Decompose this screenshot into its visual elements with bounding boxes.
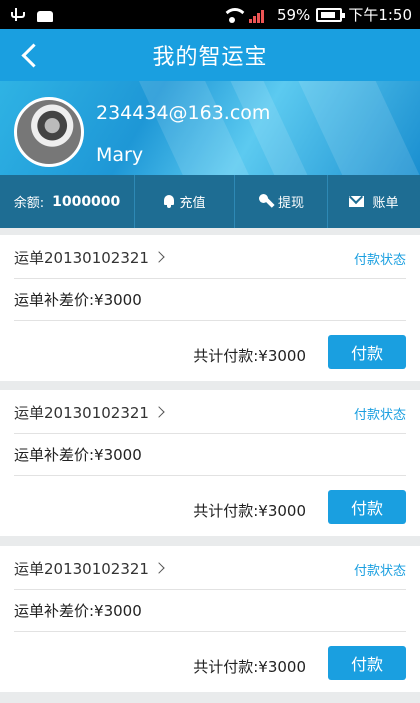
title-bar: 我的智运宝 (0, 29, 420, 81)
recharge-label: 充值 (179, 196, 206, 211)
divider (14, 631, 406, 632)
order-card: 运单20130102321 付款状态 运单补差价:¥3000 共计付款:¥300… (0, 390, 420, 536)
bill-label: 账单 (372, 196, 399, 211)
mail-icon (349, 196, 365, 207)
order-card: 运单20130102321 付款状态 运单补差价:¥3000 共计付款:¥300… (0, 235, 420, 381)
usb-icon (8, 7, 25, 23)
order-total: 共计付款:¥3000 (193, 658, 306, 676)
chevron-right-icon (153, 251, 165, 263)
order-id-link[interactable]: 运单20130102321 (14, 247, 165, 268)
android-icon (36, 8, 54, 22)
balance-label: 余额: (13, 196, 45, 211)
order-total: 共计付款:¥3000 (193, 347, 306, 365)
avatar[interactable] (14, 97, 84, 167)
withdraw-button[interactable]: 提现 (235, 175, 328, 228)
order-id: 运单20130102321 (14, 404, 149, 422)
order-detail: 运单补差价:¥3000 (14, 446, 142, 464)
order-id-link[interactable]: 运单20130102321 (14, 558, 165, 579)
back-button[interactable] (12, 37, 48, 73)
signal-icon (248, 7, 271, 23)
battery-percent: 59% (276, 5, 311, 24)
order-detail: 运单补差价:¥3000 (14, 291, 142, 309)
decor-streak (291, 81, 420, 175)
balance-value: 1000000 (52, 193, 121, 210)
order-detail: 运单补差价:¥3000 (14, 602, 142, 620)
divider (14, 320, 406, 321)
order-card: 运单20130102321 付款状态 运单补差价:¥3000 共计付款:¥300… (0, 546, 420, 692)
chevron-right-icon (153, 562, 165, 574)
pay-button[interactable]: 付款 (328, 646, 406, 680)
user-name: Mary (96, 144, 144, 166)
order-id: 运单20130102321 (14, 560, 149, 578)
status-bar: 59% 下午1:50 (0, 0, 420, 29)
order-id: 运单20130102321 (14, 249, 149, 267)
payment-status: 付款状态 (353, 564, 406, 579)
pay-button[interactable]: 付款 (328, 335, 406, 369)
chevron-right-icon (153, 406, 165, 418)
wrench-icon (258, 193, 274, 210)
wifi-icon (221, 7, 243, 23)
page-title: 我的智运宝 (152, 45, 268, 70)
withdraw-label: 提现 (277, 196, 304, 211)
battery-icon (316, 7, 346, 22)
bill-button[interactable]: 账单 (328, 175, 420, 228)
payment-status: 付款状态 (353, 408, 406, 423)
profile-header: 234434@163.com Mary (0, 81, 420, 175)
clock: 下午1:50 (348, 6, 412, 24)
divider (14, 433, 406, 434)
payment-status: 付款状态 (353, 253, 406, 268)
balance-display: 余额: 1000000 (0, 175, 135, 228)
bell-icon (163, 195, 175, 208)
divider (14, 475, 406, 476)
action-bar: 余额: 1000000 充值 提现 账单 (0, 175, 420, 228)
recharge-button[interactable]: 充值 (135, 175, 235, 228)
user-email: 234434@163.com (96, 102, 271, 124)
divider (14, 589, 406, 590)
pay-button[interactable]: 付款 (328, 490, 406, 524)
order-id-link[interactable]: 运单20130102321 (14, 402, 165, 423)
order-total: 共计付款:¥3000 (193, 502, 306, 520)
divider (14, 278, 406, 279)
